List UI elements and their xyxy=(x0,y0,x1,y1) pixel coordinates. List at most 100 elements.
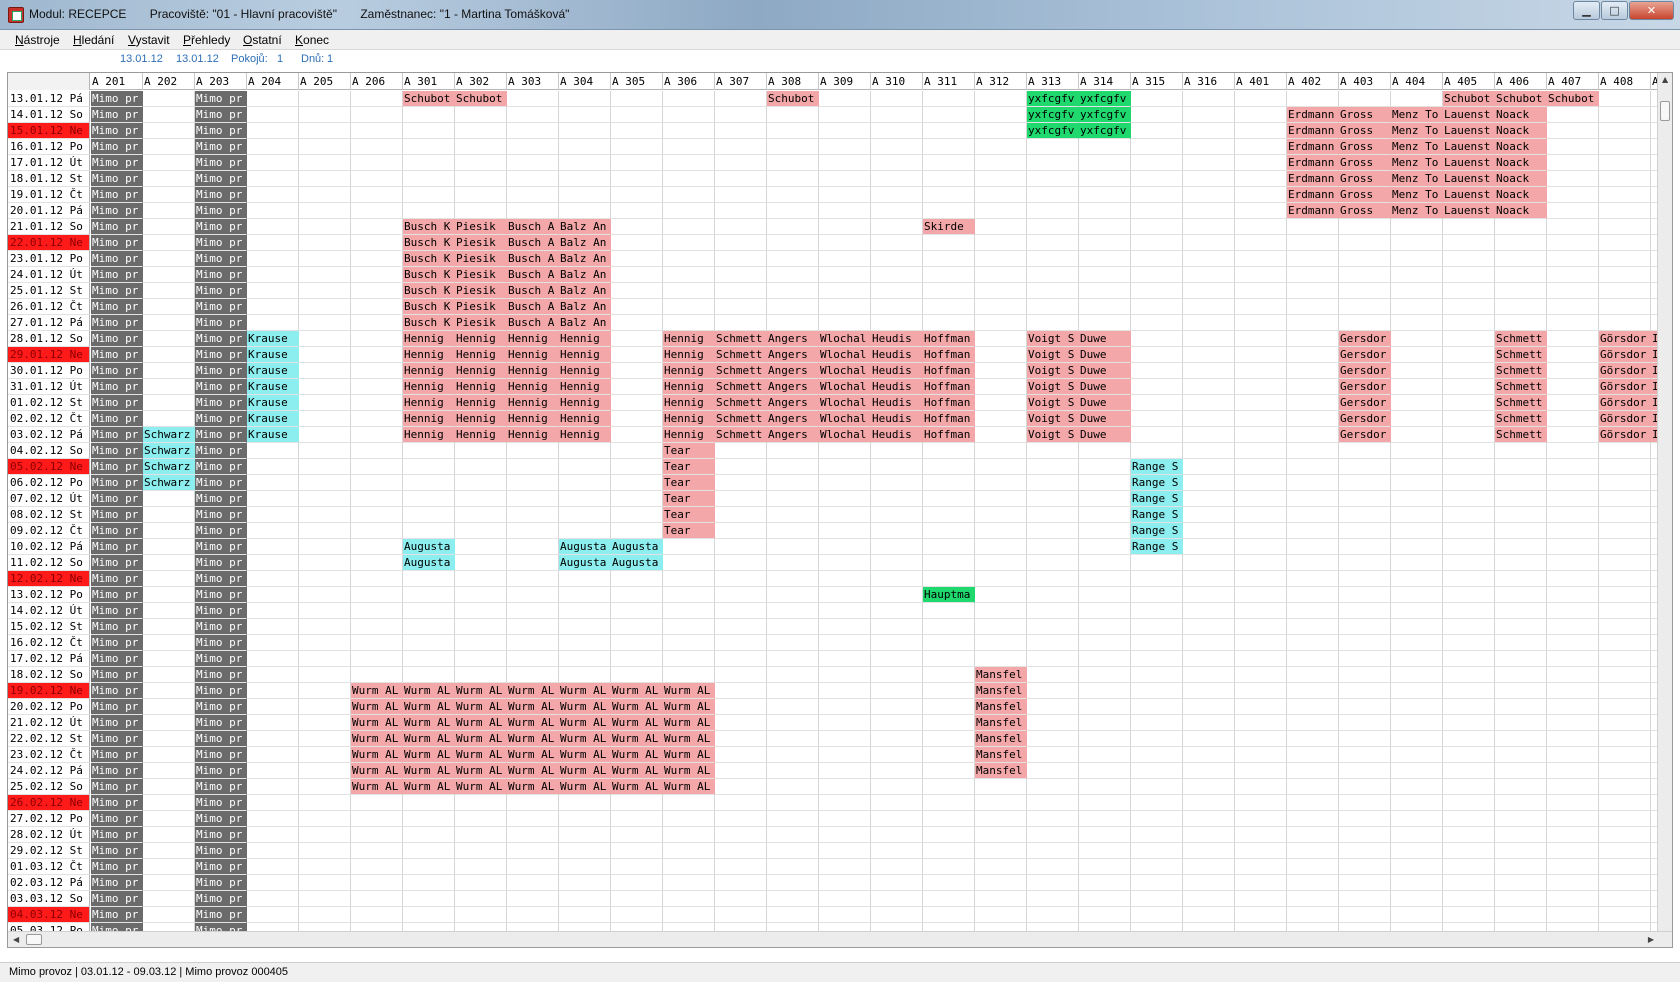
booking-cell[interactable]: Hennig xyxy=(663,347,715,363)
empty-cell[interactable] xyxy=(351,667,403,683)
empty-cell[interactable] xyxy=(871,795,923,811)
booking-cell[interactable]: Hauptma xyxy=(923,587,975,603)
out-of-service-cell[interactable]: Mimo pr xyxy=(195,651,247,667)
date-cell[interactable]: 03.03.12 So xyxy=(8,891,90,907)
empty-cell[interactable] xyxy=(1131,571,1183,587)
empty-cell[interactable] xyxy=(351,651,403,667)
empty-cell[interactable] xyxy=(871,187,923,203)
empty-cell[interactable] xyxy=(507,139,559,155)
booking-cell[interactable]: Gross xyxy=(1339,171,1391,187)
empty-cell[interactable] xyxy=(1287,587,1339,603)
empty-cell[interactable] xyxy=(1079,523,1131,539)
empty-cell[interactable] xyxy=(1079,923,1131,931)
empty-cell[interactable] xyxy=(1235,395,1287,411)
booking-cell[interactable]: Voigt S xyxy=(1027,331,1079,347)
empty-cell[interactable] xyxy=(143,235,195,251)
booking-cell[interactable]: yxfcgfv xyxy=(1027,91,1079,107)
out-of-service-cell[interactable]: Mimo pr xyxy=(91,123,143,139)
empty-cell[interactable] xyxy=(1027,779,1079,795)
empty-cell[interactable] xyxy=(143,891,195,907)
booking-cell[interactable]: Wurm AL xyxy=(351,715,403,731)
booking-cell[interactable]: Wurm AL xyxy=(403,779,455,795)
empty-cell[interactable] xyxy=(1287,619,1339,635)
booking-cell[interactable]: Heudis xyxy=(871,379,923,395)
empty-cell[interactable] xyxy=(663,251,715,267)
empty-cell[interactable] xyxy=(1443,891,1495,907)
menu-vystavit[interactable]: Vystavit xyxy=(128,33,170,47)
empty-cell[interactable] xyxy=(1495,299,1547,315)
empty-cell[interactable] xyxy=(559,475,611,491)
empty-cell[interactable] xyxy=(975,827,1027,843)
booking-cell[interactable]: Hennig xyxy=(507,411,559,427)
empty-cell[interactable] xyxy=(351,171,403,187)
booking-cell[interactable]: Hennig xyxy=(507,395,559,411)
empty-cell[interactable] xyxy=(975,203,1027,219)
empty-cell[interactable] xyxy=(1131,619,1183,635)
empty-cell[interactable] xyxy=(1287,283,1339,299)
empty-cell[interactable] xyxy=(299,347,351,363)
empty-cell[interactable] xyxy=(1183,779,1235,795)
empty-cell[interactable] xyxy=(923,299,975,315)
out-of-service-cell[interactable]: Mimo pr xyxy=(91,555,143,571)
empty-cell[interactable] xyxy=(1027,763,1079,779)
empty-cell[interactable] xyxy=(143,715,195,731)
date-cell[interactable]: 26.02.12 Ne xyxy=(8,795,90,811)
empty-cell[interactable] xyxy=(1495,283,1547,299)
menu-ostatni[interactable]: Ostatní xyxy=(243,33,282,47)
empty-cell[interactable] xyxy=(871,747,923,763)
empty-cell[interactable] xyxy=(1235,219,1287,235)
empty-cell[interactable] xyxy=(559,907,611,923)
empty-cell[interactable] xyxy=(1391,267,1443,283)
room-header[interactable]: A 310 xyxy=(871,73,923,90)
out-of-service-cell[interactable]: Mimo pr xyxy=(91,443,143,459)
booking-cell[interactable]: Görsdor xyxy=(1599,427,1651,443)
date-cell[interactable]: 16.02.12 Čt xyxy=(8,635,90,651)
out-of-service-cell[interactable]: Mimo pr xyxy=(91,699,143,715)
empty-cell[interactable] xyxy=(1443,699,1495,715)
room-header[interactable]: A 305 xyxy=(611,73,663,90)
empty-cell[interactable] xyxy=(1339,267,1391,283)
booking-cell[interactable]: Wurm AL xyxy=(663,731,715,747)
empty-cell[interactable] xyxy=(299,459,351,475)
empty-cell[interactable] xyxy=(1443,875,1495,891)
empty-cell[interactable] xyxy=(1599,283,1651,299)
booking-cell[interactable]: Schmett xyxy=(1495,379,1547,395)
date-cell[interactable]: 28.02.12 Út xyxy=(8,827,90,843)
booking-cell[interactable]: Augusta xyxy=(559,539,611,555)
booking-cell[interactable]: Wurm AL xyxy=(559,779,611,795)
empty-cell[interactable] xyxy=(923,907,975,923)
empty-cell[interactable] xyxy=(923,619,975,635)
empty-cell[interactable] xyxy=(1131,187,1183,203)
empty-cell[interactable] xyxy=(611,667,663,683)
empty-cell[interactable] xyxy=(871,155,923,171)
booking-cell[interactable]: Hennig xyxy=(403,427,455,443)
booking-cell[interactable]: Noack xyxy=(1495,123,1547,139)
empty-cell[interactable] xyxy=(1235,363,1287,379)
booking-cell[interactable]: Görsdor xyxy=(1599,395,1651,411)
empty-cell[interactable] xyxy=(611,267,663,283)
empty-cell[interactable] xyxy=(1599,859,1651,875)
empty-cell[interactable] xyxy=(1131,603,1183,619)
empty-cell[interactable] xyxy=(767,507,819,523)
date-cell[interactable]: 01.03.12 Čt xyxy=(8,859,90,875)
empty-cell[interactable] xyxy=(975,619,1027,635)
booking-cell[interactable]: Angers xyxy=(767,363,819,379)
empty-cell[interactable] xyxy=(1235,315,1287,331)
empty-cell[interactable] xyxy=(663,795,715,811)
empty-cell[interactable] xyxy=(1339,635,1391,651)
empty-cell[interactable] xyxy=(715,923,767,931)
empty-cell[interactable] xyxy=(247,811,299,827)
out-of-service-cell[interactable]: Mimo pr xyxy=(195,763,247,779)
empty-cell[interactable] xyxy=(1287,667,1339,683)
empty-cell[interactable] xyxy=(923,923,975,931)
empty-cell[interactable] xyxy=(299,171,351,187)
empty-cell[interactable] xyxy=(611,923,663,931)
empty-cell[interactable] xyxy=(923,811,975,827)
empty-cell[interactable] xyxy=(1443,795,1495,811)
empty-cell[interactable] xyxy=(403,571,455,587)
empty-cell[interactable] xyxy=(455,475,507,491)
empty-cell[interactable] xyxy=(299,811,351,827)
empty-cell[interactable] xyxy=(403,139,455,155)
empty-cell[interactable] xyxy=(1183,139,1235,155)
empty-cell[interactable] xyxy=(767,251,819,267)
